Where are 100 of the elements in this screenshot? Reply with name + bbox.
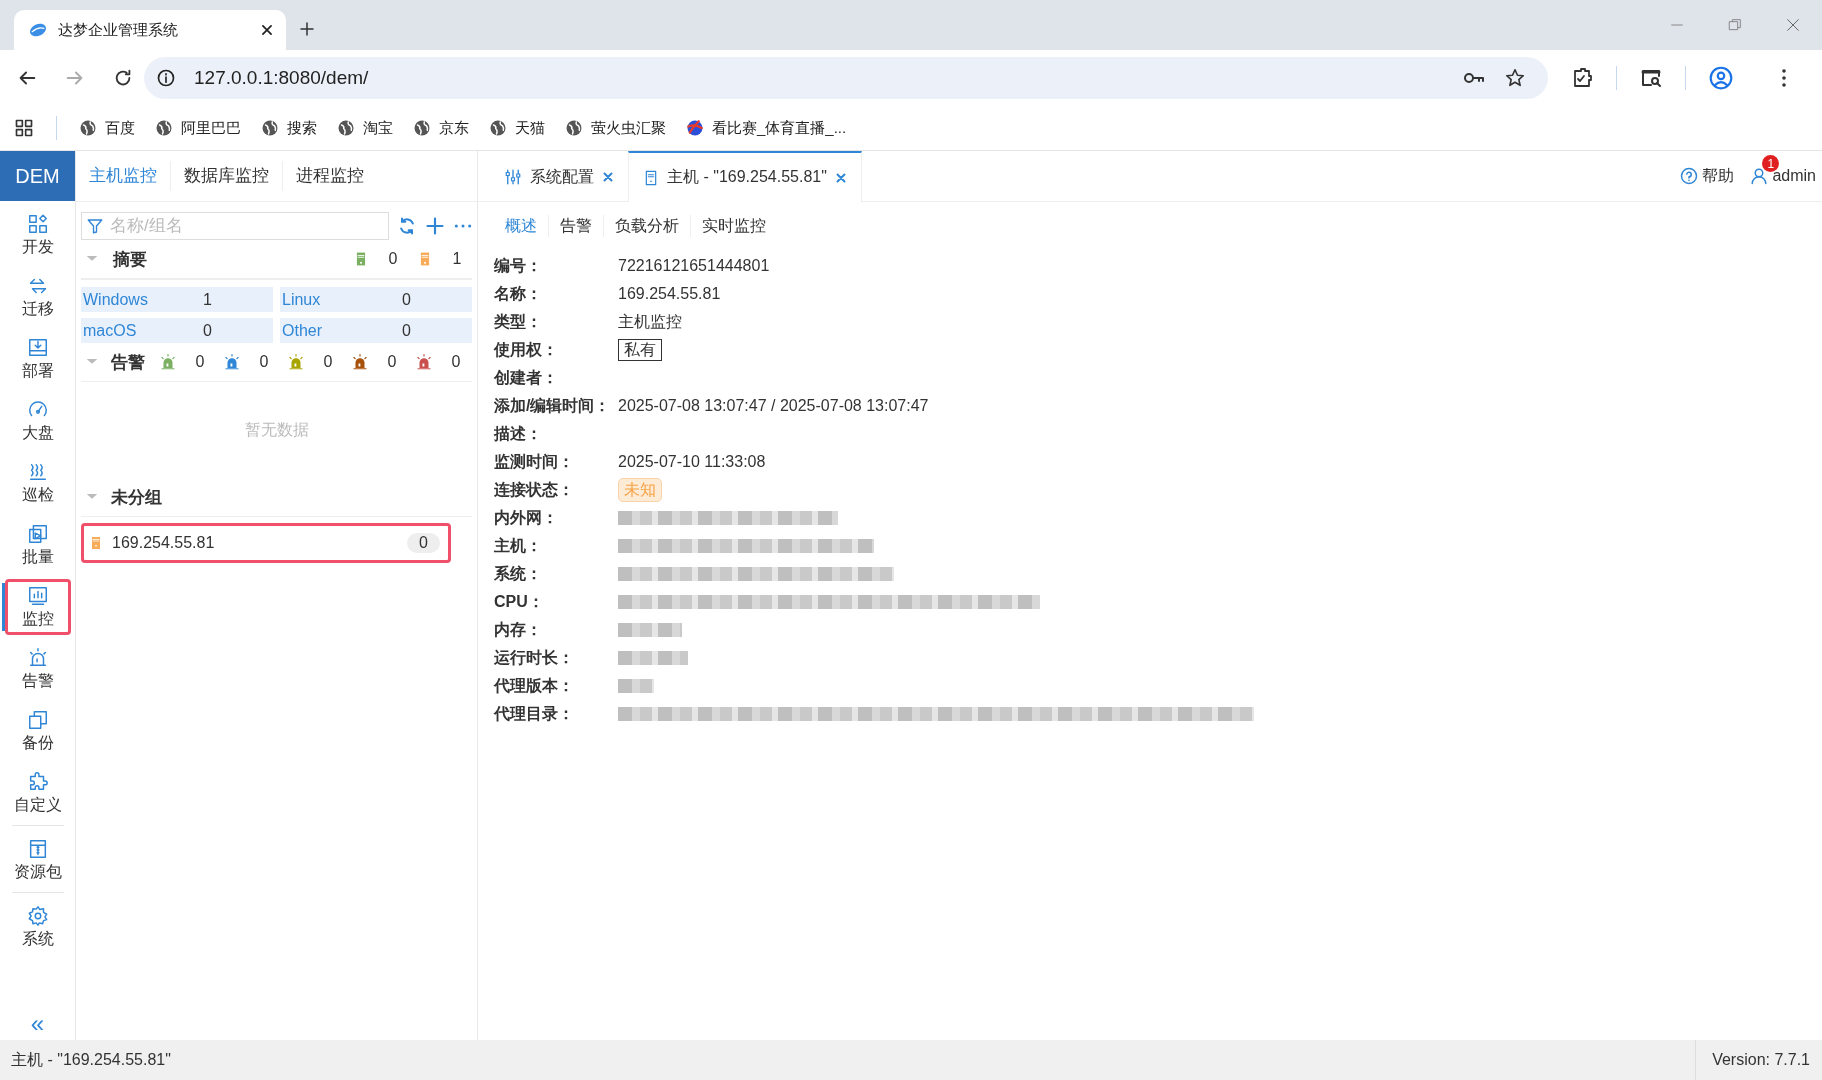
sidebar-item[interactable]: 告警 [4, 641, 71, 697]
blurred-value [618, 623, 682, 637]
sidebar-item[interactable]: 大盘 [4, 393, 71, 449]
blurred-value [618, 679, 654, 693]
sidebar-item[interactable]: 资源包 [4, 832, 71, 888]
sidebar-item[interactable]: 部署 [4, 331, 71, 387]
detail-tab[interactable]: 概述 [494, 215, 549, 237]
close-icon[interactable] [260, 23, 274, 37]
help-link[interactable]: 帮助 [1680, 151, 1735, 201]
os-stat-cell[interactable]: macOS 0 [81, 318, 273, 343]
sidebar-item[interactable]: 开发 [4, 207, 71, 263]
bookmark[interactable]: 搜索 [261, 118, 317, 138]
filter-icon [86, 217, 104, 235]
field-label: 运行时长： [494, 647, 575, 668]
server-icon [643, 168, 659, 187]
batch-icon [26, 522, 49, 545]
status-text: 主机 - "169.254.55.81" [10, 1049, 171, 1070]
bookmark[interactable]: 天猫 [489, 118, 545, 138]
count-text: 0 [194, 353, 206, 371]
field-value: 2025-07-10 11:33:08 [618, 453, 766, 471]
page-tab[interactable]: 系统配置 [490, 151, 628, 201]
ball-icon [686, 119, 704, 137]
filter-field[interactable]: 名称/组名 [81, 212, 389, 240]
field-label: 代理版本： [494, 675, 575, 696]
url-text: 127.0.0.1:8080/dem/ [194, 67, 369, 89]
field-label: 系统： [494, 563, 543, 584]
globe-icon [79, 119, 97, 137]
page-tab[interactable]: 主机 - "169.254.55.81" [628, 151, 862, 202]
close-window-icon[interactable] [1785, 17, 1801, 33]
group-title: 未分组 [111, 486, 162, 509]
collapse-button[interactable]: « [30, 1012, 45, 1036]
bookmark[interactable]: 淘宝 [337, 118, 393, 138]
gear-icon [26, 904, 49, 927]
field-label: 描述： [494, 423, 543, 444]
sidebar-item[interactable]: 巡检 [4, 455, 71, 511]
field-value: 2025-07-08 13:07:47 / 2025-07-08 13:07:47 [618, 397, 929, 415]
app-logo: DEM [0, 151, 75, 201]
star-icon[interactable] [1504, 67, 1527, 89]
os-stat-cell[interactable]: Other 0 [280, 318, 472, 343]
field-label: 类型： [494, 311, 543, 332]
address-bar[interactable]: 127.0.0.1:8080/dem/ [144, 57, 1549, 99]
refresh-icon[interactable] [397, 216, 417, 236]
field-value: 主机监控 [618, 311, 682, 332]
notification-badge: 1 [1762, 155, 1780, 172]
field-label: 创建者： [494, 367, 559, 388]
count-text: 0 [387, 250, 399, 268]
field-value: 72216121651444801 [618, 257, 770, 275]
detail-tab[interactable]: 负载分析 [604, 215, 691, 237]
copy-icon [26, 708, 49, 731]
sidebar-item[interactable]: 监控 [4, 579, 71, 635]
detail-tab[interactable]: 实时监控 [691, 215, 777, 237]
host-item[interactable]: 169.254.55.81 0 [81, 523, 451, 563]
help-icon [1680, 167, 1699, 185]
field-label: 内存： [494, 619, 543, 640]
count-text: 0 [258, 353, 270, 371]
new-tab-icon[interactable] [298, 20, 316, 38]
field-label: 主机： [494, 535, 543, 556]
info-icon[interactable] [156, 68, 176, 88]
blurred-value [618, 651, 688, 665]
sliders-icon [504, 168, 522, 186]
os-stat-cell[interactable]: Linux 0 [280, 287, 472, 312]
user-menu[interactable]: admin 1 [1750, 151, 1816, 201]
profile-icon[interactable] [1708, 65, 1734, 91]
field-label: 使用权： [494, 339, 559, 360]
bookmark[interactable]: 阿里巴巴 [155, 118, 241, 138]
module-tab[interactable]: 主机监控 [76, 161, 171, 191]
os-stat-cell[interactable]: Windows 1 [81, 287, 273, 312]
globe-icon [337, 119, 355, 137]
globe-icon [155, 119, 173, 137]
sidebar-item[interactable]: 系统 [4, 899, 71, 955]
module-tab[interactable]: 进程监控 [283, 161, 377, 191]
sidebar-item[interactable]: 自定义 [4, 765, 71, 821]
detail-tab[interactable]: 告警 [549, 215, 604, 237]
globe-icon [565, 119, 583, 137]
access-tag: 私有 [618, 339, 662, 361]
field-label: 内外网： [494, 507, 559, 528]
sidebar-item[interactable]: 备份 [4, 703, 71, 759]
browser-tab[interactable]: 达梦企业管理系统 [14, 10, 286, 50]
apps-grid-icon[interactable] [14, 118, 34, 138]
empty-message: 暂无数据 [243, 419, 310, 440]
sidebar-item[interactable]: 迁移 [4, 269, 71, 325]
bookmark[interactable]: 百度 [79, 118, 135, 138]
sidebar-item[interactable]: 批量 [4, 517, 71, 573]
bookmark[interactable]: 萤火虫汇聚 [565, 118, 666, 138]
bookmark[interactable]: 看比赛_体育直播_... [686, 118, 847, 138]
host-name: 169.254.55.81 [112, 534, 215, 552]
globe-icon [261, 119, 279, 137]
grid-icon [26, 212, 49, 235]
module-tab[interactable]: 数据库监控 [171, 161, 283, 191]
chart-icon [26, 584, 49, 607]
deploy-icon [26, 336, 49, 359]
bookmark[interactable]: 京东 [413, 118, 469, 138]
add-icon[interactable] [425, 216, 445, 236]
globe-icon [489, 119, 507, 137]
field-label: 监测时间： [494, 451, 575, 472]
field-label: 代理目录： [494, 703, 575, 724]
field-label: 连接状态： [494, 479, 575, 500]
restore-icon[interactable] [1727, 17, 1743, 33]
status-badge: 未知 [618, 478, 662, 502]
count-text: 0 [322, 353, 334, 371]
